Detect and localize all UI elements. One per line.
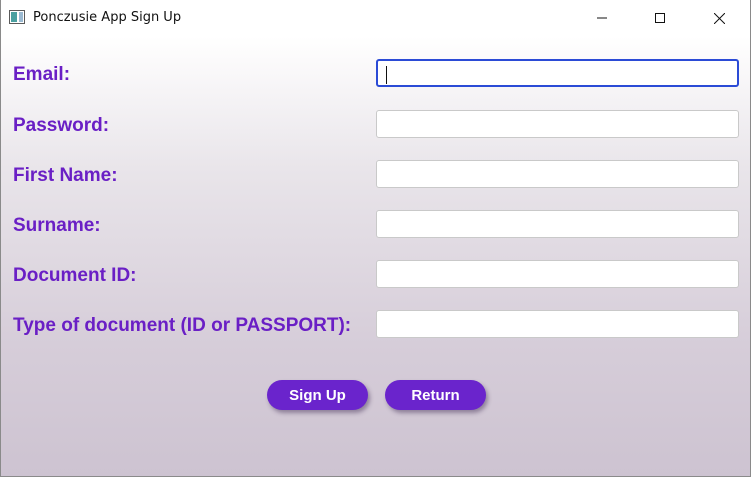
- app-window-icon: [9, 10, 25, 24]
- email-label: Email:: [13, 64, 71, 85]
- first-name-field[interactable]: [376, 160, 739, 188]
- surname-field[interactable]: [376, 210, 739, 238]
- sign-up-form: Email: Password: First Name: Surname: Do…: [1, 36, 750, 476]
- close-button[interactable]: [696, 0, 742, 36]
- email-field[interactable]: [376, 59, 739, 87]
- minimize-button[interactable]: [579, 0, 625, 36]
- document-id-field[interactable]: [376, 260, 739, 288]
- sign-up-button[interactable]: Sign Up: [267, 380, 368, 410]
- surname-label: Surname:: [13, 215, 101, 236]
- close-icon: [713, 12, 725, 24]
- title-bar[interactable]: Ponczusie App Sign Up: [1, 0, 750, 36]
- maximize-button[interactable]: [637, 0, 683, 36]
- app-window: Ponczusie App Sign Up Email: Password: F: [0, 0, 751, 477]
- password-field[interactable]: [376, 110, 739, 138]
- first-name-label: First Name:: [13, 165, 118, 186]
- document-type-field[interactable]: [376, 310, 739, 338]
- window-title: Ponczusie App Sign Up: [33, 10, 182, 25]
- document-id-label: Document ID:: [13, 265, 137, 286]
- text-caret: [386, 66, 387, 84]
- maximize-icon: [655, 13, 665, 23]
- password-label: Password:: [13, 115, 110, 136]
- document-type-label: Type of document (ID or PASSPORT):: [13, 315, 352, 336]
- minimize-icon: [597, 17, 607, 19]
- return-button[interactable]: Return: [385, 380, 486, 410]
